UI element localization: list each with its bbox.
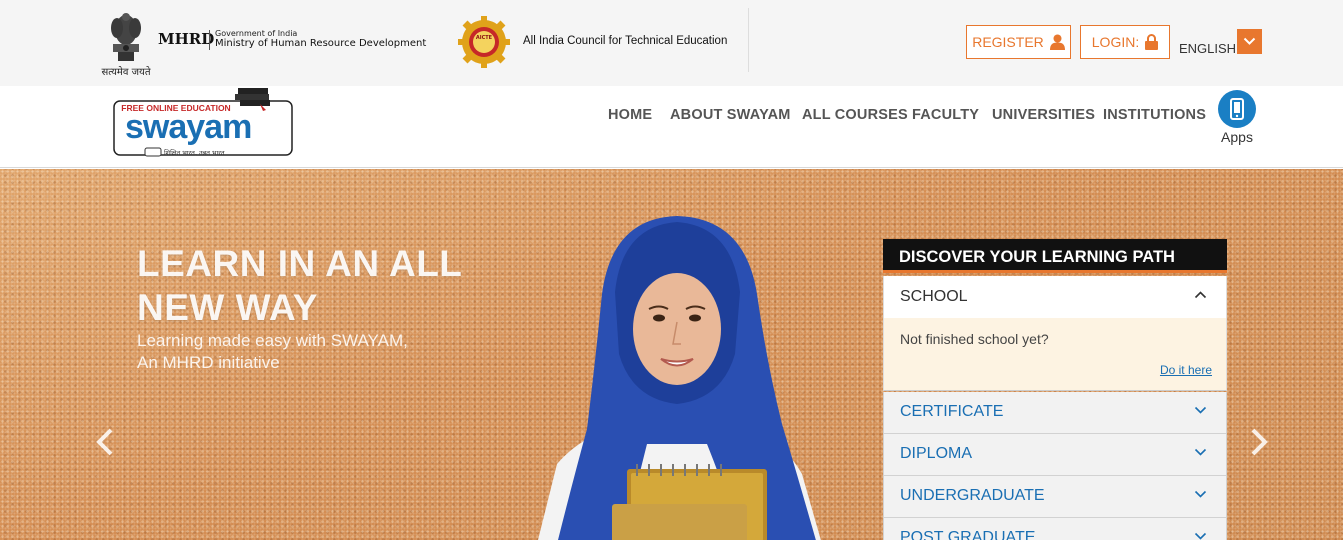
divider	[748, 8, 749, 72]
hero-title: LEARN IN AN ALL NEW WAY	[137, 242, 462, 330]
chevron-up-icon	[1194, 291, 1207, 299]
aicte-logo-text: AICTE	[476, 35, 493, 41]
chevron-right-icon[interactable]	[1248, 427, 1270, 457]
hero-carousel: LEARN IN AN ALL NEW WAY Learning made ea…	[0, 169, 1343, 540]
chevron-down-icon	[1243, 37, 1256, 45]
mhrd-short-name: MHRD	[158, 30, 215, 48]
nav-item-about-swayam[interactable]: ABOUT SWAYAM	[670, 107, 791, 123]
aicte-logo[interactable]: AICTE	[456, 14, 512, 70]
divider	[209, 30, 210, 50]
aicte-gear-icon: AICTE	[458, 16, 510, 68]
accordion-body-school: Not finished school yet? Do it here	[883, 318, 1227, 391]
chevron-down-icon	[1194, 490, 1207, 498]
mobile-phone-icon	[1230, 98, 1244, 120]
nav-item-universities[interactable]: UNIVERSITIES	[992, 107, 1095, 123]
accordion-label: DIPLOMA	[900, 445, 973, 462]
hero-subtitle-line2: An MHRD initiative	[137, 353, 280, 372]
nav-item-home[interactable]: HOME	[608, 107, 652, 123]
chevron-down-icon	[1194, 532, 1207, 540]
gov-of-india-label: Government of India	[215, 29, 298, 38]
aicte-name: All India Council for Technical Educatio…	[523, 35, 728, 47]
chevron-left-icon[interactable]	[94, 427, 116, 457]
do-it-here-link[interactable]: Do it here	[1160, 363, 1212, 377]
accordion-label: UNDERGRADUATE	[900, 487, 1045, 504]
school-question: Not finished school yet?	[900, 331, 1049, 347]
logo-tagline-bottom: शिक्षित भारत, उन्नत भारत	[164, 149, 225, 157]
lock-icon	[1145, 34, 1159, 50]
accordion-item-certificate[interactable]: CERTIFICATE	[883, 392, 1227, 434]
swayam-logo-graphic: FREE ONLINE EDUCATION swayam शिक्षित भार…	[113, 88, 293, 157]
login-label: LOGIN:	[1091, 34, 1140, 50]
swayam-logo[interactable]: FREE ONLINE EDUCATION swayam शिक्षित भार…	[112, 86, 297, 162]
ministry-name: Ministry of Human Resource Development	[215, 38, 427, 49]
nav-item-faculty[interactable]: FACULTY	[912, 107, 979, 123]
gov-top-bar: सत्यमेव जयते MHRD Government of India Mi…	[0, 0, 1343, 86]
login-button[interactable]: LOGIN:	[1080, 25, 1170, 59]
language-label[interactable]: ENGLISH	[1179, 41, 1236, 56]
chevron-down-icon	[1194, 406, 1207, 414]
learning-path-title: DISCOVER YOUR LEARNING PATH	[883, 239, 1227, 273]
hero-subtitle-line1: Learning made easy with SWAYAM,	[137, 331, 408, 350]
apps-circle	[1218, 90, 1256, 128]
hero-title-line2: NEW WAY	[137, 287, 318, 328]
accordion-label: POST GRADUATE	[900, 529, 1036, 540]
national-emblem: सत्यमेव जयते	[96, 8, 156, 80]
accordion-label: SCHOOL	[900, 288, 968, 305]
nav-item-all-courses[interactable]: ALL COURSES	[802, 107, 908, 123]
accordion-item-diploma[interactable]: DIPLOMA	[883, 434, 1227, 476]
accordion-label: CERTIFICATE	[900, 403, 1004, 420]
ashoka-emblem-icon	[111, 13, 141, 61]
user-icon	[1049, 34, 1065, 50]
emblem-caption: सत्यमेव जयते	[101, 67, 151, 78]
register-label: REGISTER	[972, 34, 1044, 50]
language-dropdown-button[interactable]	[1237, 29, 1262, 54]
logo-brand-text: swayam	[125, 108, 251, 146]
hero-subtitle: Learning made easy with SWAYAM, An MHRD …	[137, 330, 408, 374]
chevron-down-icon	[1194, 448, 1207, 456]
accordion-item-post-graduate[interactable]: POST GRADUATE	[883, 518, 1227, 540]
main-navbar: FREE ONLINE EDUCATION swayam शिक्षित भार…	[0, 86, 1343, 168]
student-photo	[538, 216, 821, 540]
learning-path-panel: DISCOVER YOUR LEARNING PATH SCHOOL Not f…	[883, 239, 1227, 540]
apps-label: Apps	[1221, 129, 1253, 145]
accordion-item-undergraduate[interactable]: UNDERGRADUATE	[883, 476, 1227, 518]
accordion-item-school[interactable]: SCHOOL	[883, 276, 1227, 318]
register-button[interactable]: REGISTER	[966, 25, 1071, 59]
nav-item-institutions[interactable]: INSTITUTIONS	[1103, 107, 1206, 123]
apps-button[interactable]: Apps	[1216, 90, 1258, 145]
hero-title-line1: LEARN IN AN ALL	[137, 243, 463, 284]
